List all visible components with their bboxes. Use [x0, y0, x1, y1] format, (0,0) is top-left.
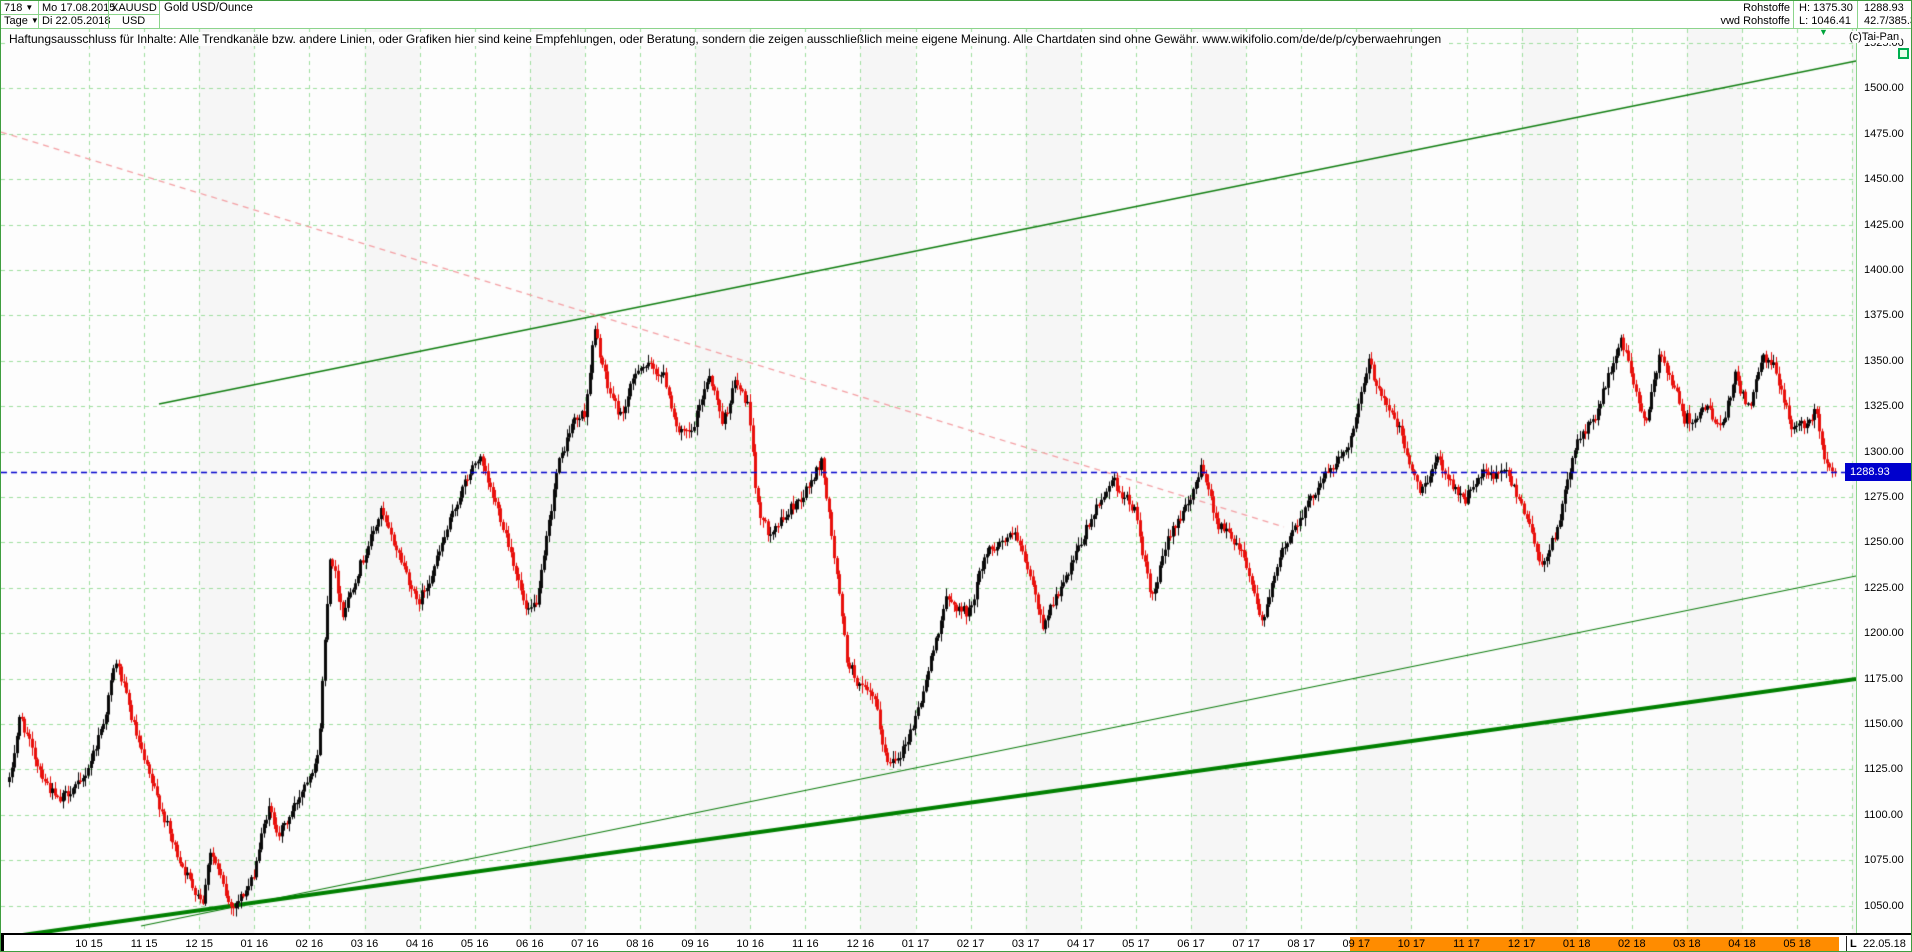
price-axis-label: 1300.00 — [1864, 446, 1904, 458]
date-axis-label: 10 16 — [736, 938, 764, 950]
trendline-handle[interactable] — [1898, 48, 1909, 59]
price-axis-label: 1225.00 — [1864, 582, 1904, 594]
price-axis-label: 1100.00 — [1864, 809, 1903, 821]
disclaimer-text: Haftungsausschluss für Inhalte: Alle Tre… — [9, 32, 1449, 46]
date-axis-label: 12 17 — [1508, 938, 1536, 950]
date-axis-label: 08 17 — [1287, 938, 1315, 950]
date-axis-label: 10 15 — [75, 938, 103, 950]
date-axis-label: 05 16 — [461, 938, 489, 950]
feed-label: vwd Rohstoffe — [1677, 15, 1790, 28]
header-divider — [1793, 1, 1794, 28]
date-axis-label: 07 16 — [571, 938, 599, 950]
date-axis-label: 02 17 — [957, 938, 985, 950]
date-axis-label: 02 16 — [296, 938, 324, 950]
taipan-chart-window: 718 ▼ Tage ▼ Mo 17.08.2015 Di 22.05.2018… — [0, 0, 1912, 952]
date-axis-label: 03 16 — [351, 938, 379, 950]
date-axis-label: 06 17 — [1177, 938, 1205, 950]
price-axis-label: 1050.00 — [1864, 900, 1904, 912]
date-to-label: Di 22.05.2018 — [42, 15, 111, 28]
period-unit-value: Tage — [4, 15, 28, 27]
date-axis-label: 01 18 — [1563, 938, 1591, 950]
category-label: Rohstoffe — [1691, 2, 1790, 15]
date-axis-label: 01 17 — [902, 938, 930, 950]
date-axis-label: 04 18 — [1728, 938, 1756, 950]
price-chart-canvas[interactable] — [1, 29, 1856, 935]
header-divider — [1857, 1, 1858, 28]
price-axis-label: 1200.00 — [1864, 627, 1904, 639]
date-axis-label: 04 17 — [1067, 938, 1095, 950]
last-price-value: 1288.93 — [1864, 2, 1904, 15]
chart-title: Gold USD/Ounce — [164, 2, 253, 15]
date-axis-label: 11 16 — [792, 938, 819, 950]
price-axis-label: 1375.00 — [1864, 309, 1904, 321]
date-axis-label: 03 18 — [1673, 938, 1701, 950]
price-axis: 1525.001500.001475.001450.001425.001400.… — [1856, 29, 1912, 935]
price-axis-label: 1500.00 — [1864, 82, 1904, 94]
date-axis-label: 04 16 — [406, 938, 434, 950]
date-axis-label: 01 16 — [241, 938, 269, 950]
period-unit-dropdown[interactable]: Tage ▼ — [4, 15, 39, 28]
date-axis-label: 05 18 — [1783, 938, 1811, 950]
date-axis-label: 12 15 — [185, 938, 213, 950]
axis-separator — [1846, 936, 1847, 952]
date-axis-label: 10 17 — [1398, 938, 1426, 950]
price-axis-label: 1175.00 — [1864, 673, 1903, 685]
chart-header-bar: 718 ▼ Tage ▼ Mo 17.08.2015 Di 22.05.2018… — [1, 1, 1912, 29]
date-axis-label: 11 15 — [131, 938, 158, 950]
date-axis-label: 12 16 — [847, 938, 875, 950]
sort-marker-icon: ▼ — [1819, 27, 1828, 37]
date-axis: L 22.05.18 10 15 11 15 12 15 01 16 02 16 03 1… — [1, 933, 1912, 952]
price-axis-label: 1075.00 — [1864, 854, 1904, 866]
price-axis-label: 1425.00 — [1864, 219, 1904, 231]
periodicity-value: 718 — [4, 2, 22, 14]
date-axis-label: 02 18 — [1618, 938, 1646, 950]
price-axis-label: 1325.00 — [1864, 400, 1904, 412]
currency-label: USD — [122, 15, 145, 28]
price-axis-label: 1150.00 — [1864, 718, 1903, 730]
header-divider — [159, 1, 160, 28]
price-axis-label: 1125.00 — [1864, 763, 1903, 775]
date-axis-label: 09 16 — [681, 938, 709, 950]
price-axis-label: 1275.00 — [1864, 491, 1904, 503]
low-marker-label: L — [1850, 938, 1857, 950]
price-axis-label: 1250.00 — [1864, 536, 1904, 548]
high-value: H: 1375.30 — [1799, 2, 1853, 15]
price-axis-label: 1450.00 — [1864, 173, 1904, 185]
date-axis-label: 07 17 — [1232, 938, 1260, 950]
price-axis-label: 1475.00 — [1864, 128, 1904, 140]
date-axis-label: 03 17 — [1012, 938, 1040, 950]
copyright-label: (c)Tai-Pan — [1847, 31, 1901, 43]
price-axis-label: 1400.00 — [1864, 264, 1904, 276]
axis-corner-block — [1, 935, 4, 952]
chevron-down-icon: ▼ — [25, 3, 33, 12]
header-row-separator — [1, 14, 159, 15]
date-axis-label: 09 17 — [1343, 938, 1371, 950]
price-axis-label: 1350.00 — [1864, 355, 1904, 367]
date-axis-label: 06 16 — [516, 938, 544, 950]
date-axis-label: 11 17 — [1453, 938, 1480, 950]
date-axis-label: 08 16 — [626, 938, 654, 950]
date-axis-label: 05 17 — [1122, 938, 1150, 950]
last-price-badge: 1288.93 — [1845, 463, 1912, 481]
last-date-label: 22.05.18 — [1863, 938, 1906, 950]
range-stat-value: 42.7/385.3 — [1864, 15, 1912, 28]
